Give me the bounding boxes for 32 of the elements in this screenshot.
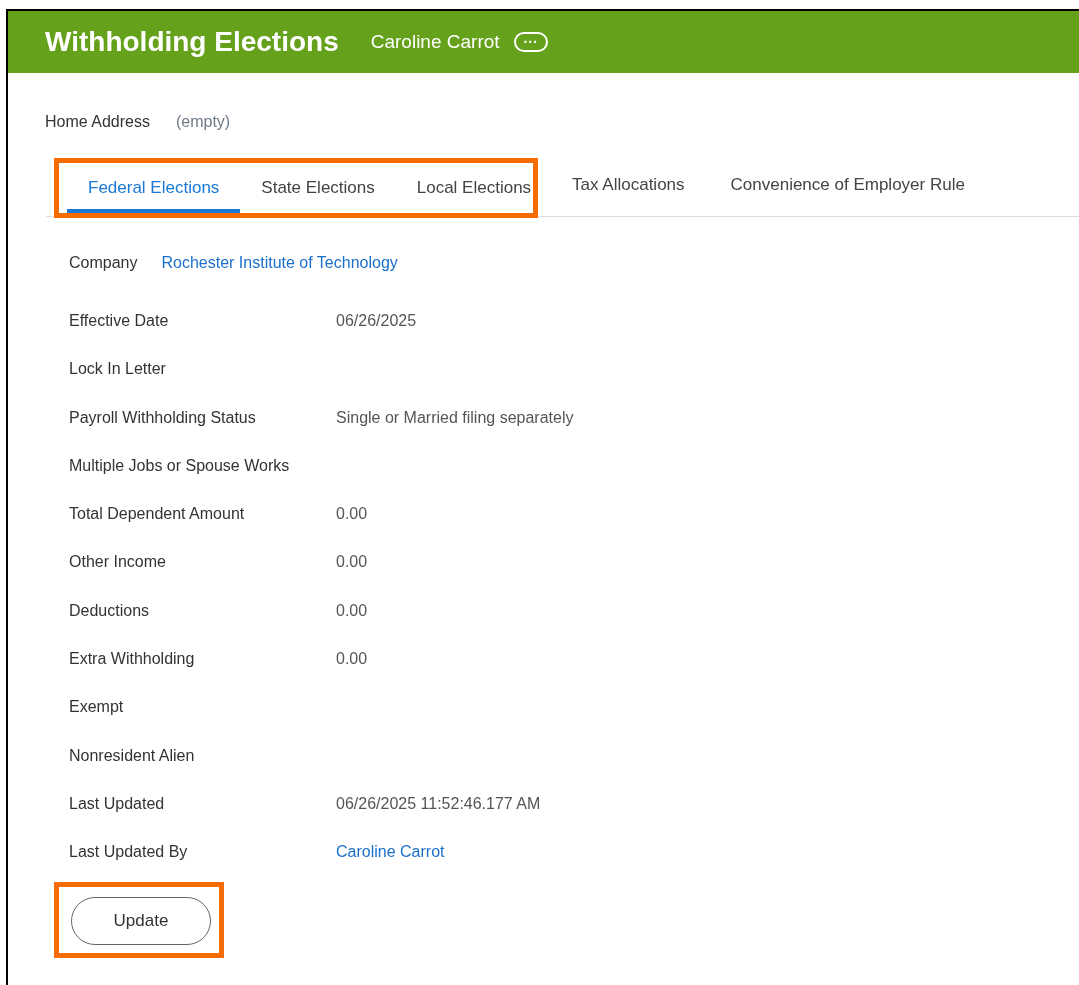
worker-name: Caroline Carrot — [370, 31, 500, 53]
tab[interactable]: Convenience of Employer Rule — [718, 153, 977, 216]
field-label: Nonresident Alien — [69, 746, 196, 766]
field-link[interactable]: Caroline Carrot — [336, 843, 445, 892]
company-link[interactable]: Rochester Institute of Technology — [161, 254, 398, 272]
update-button[interactable]: Update — [71, 896, 211, 945]
field-label: Company — [69, 254, 138, 272]
field-value: 0.00 — [336, 601, 368, 621]
field-label: Exempt — [69, 698, 125, 718]
field-value: 06/26/2025 — [336, 312, 417, 331]
field-label: Deductions — [69, 601, 151, 621]
tab[interactable]: Tax Allocations — [560, 153, 697, 216]
field-label: Payroll Withholding Status — [69, 408, 257, 428]
field-label: Last Updated — [69, 794, 166, 814]
tab[interactable]: Federal Elections — [67, 162, 241, 213]
field-label: Total Dependent Amount — [69, 505, 246, 525]
tab[interactable]: State Elections — [240, 162, 396, 213]
field-label: Lock In Letter — [69, 360, 167, 380]
field-value: 06/26/2025 11:52:46.177 AM — [336, 794, 541, 814]
field-value: Single or Married filing separately — [336, 408, 574, 428]
field-label: Effective Date — [69, 312, 170, 331]
field-label: Last Updated By — [69, 843, 189, 863]
field-value: 0.00 — [336, 553, 368, 573]
field-label: Home Address — [45, 113, 150, 131]
field-label: Extra Withholding — [69, 650, 196, 670]
field-value: 0.00 — [336, 650, 368, 670]
page-title: Withholding Elections — [45, 26, 339, 58]
tab[interactable]: Local Elections — [395, 162, 534, 213]
field-label: Other Income — [69, 553, 167, 573]
field-value: (empty) — [175, 113, 231, 131]
field-label: Multiple Jobs or Spouse Works — [69, 456, 291, 476]
field-value: 0.00 — [336, 505, 368, 525]
